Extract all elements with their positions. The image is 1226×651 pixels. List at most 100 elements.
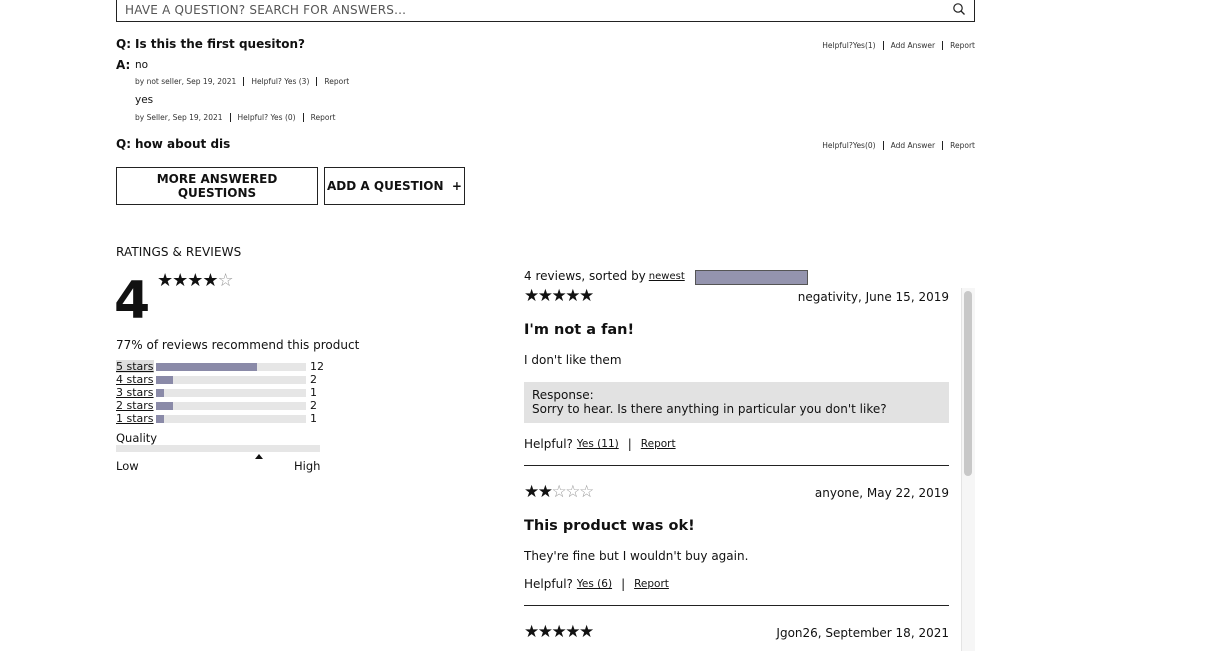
helpful-label: Helpful? xyxy=(524,577,573,591)
star-filter-link[interactable]: 3 stars xyxy=(116,386,154,399)
rating-breakdown-row[interactable]: 4 stars 2 xyxy=(116,373,356,386)
answer-author-date: by not seller, Sep 19, 2021 xyxy=(135,77,237,86)
helpful-yes-link[interactable]: Yes (6) xyxy=(577,578,612,590)
rating-bar xyxy=(156,389,306,397)
question-item: Q: how about dis Helpful?Yes(0) Add Answ… xyxy=(116,137,975,157)
divider xyxy=(316,77,318,86)
review-item: ★★☆☆☆ anyone, May 22, 2019 This product … xyxy=(524,484,949,609)
question-prefix: Q: xyxy=(116,37,131,51)
question-prefix: Q: xyxy=(116,137,131,151)
question-item: Q: Is this the first quesiton? Helpful?Y… xyxy=(116,37,975,57)
rating-bar xyxy=(156,376,306,384)
review-divider xyxy=(524,605,949,606)
helpful-yes-link[interactable]: Yes (11) xyxy=(577,438,619,450)
review-body: I don't like them xyxy=(524,353,622,367)
answer-meta: by not seller, Sep 19, 2021 Helpful? Yes… xyxy=(135,77,349,86)
divider xyxy=(243,77,245,86)
add-answer-link[interactable]: Add Answer xyxy=(891,141,936,150)
review-report-link[interactable]: Report xyxy=(641,438,676,450)
rating-breakdown-row[interactable]: 5 stars 12 xyxy=(116,360,356,373)
question-helpful-link[interactable]: Helpful?Yes(0) xyxy=(822,141,875,150)
rating-count: 2 xyxy=(310,399,317,412)
star-filter-link[interactable]: 2 stars xyxy=(116,399,154,412)
quality-low-label: Low xyxy=(116,459,139,473)
search-icon[interactable] xyxy=(952,2,966,16)
rating-breakdown-row[interactable]: 1 stars 1 xyxy=(116,412,356,425)
review-author-date: Jgon26, September 18, 2021 xyxy=(776,626,949,640)
rating-count: 12 xyxy=(310,360,324,373)
empty-star-icon: ☆ xyxy=(217,270,234,291)
question-report-link[interactable]: Report xyxy=(950,141,975,150)
star-filter-link[interactable]: 1 stars xyxy=(116,412,154,425)
review-body: They're fine but I wouldn't buy again. xyxy=(524,549,749,563)
answer-helpful-link[interactable]: Helpful? Yes (0) xyxy=(238,113,296,122)
review-author-date: negativity, June 15, 2019 xyxy=(797,290,949,304)
review-star-rating: ★★★★★ xyxy=(524,288,594,306)
recommend-percentage: 77% of reviews recommend this product xyxy=(116,338,360,352)
review-report-link[interactable]: Report xyxy=(634,578,669,590)
rating-bar xyxy=(156,363,306,371)
question-actions: Helpful?Yes(0) Add Answer Report xyxy=(822,141,975,150)
divider xyxy=(882,41,884,50)
rating-bar-fill xyxy=(156,363,257,371)
rating-breakdown: 5 stars 12 4 stars 2 3 stars 1 2 stars 2… xyxy=(116,360,356,425)
filled-stars-icon: ★★★★★ xyxy=(524,288,594,306)
answer-report-link[interactable]: Report xyxy=(324,77,349,86)
divider: | xyxy=(627,437,632,451)
quality-label: Quality xyxy=(116,431,158,445)
add-answer-link[interactable]: Add Answer xyxy=(891,41,936,50)
review-star-rating: ★★★★★ xyxy=(524,622,594,642)
filled-stars-icon: ★★★★★ xyxy=(524,622,594,642)
average-rating: 4 xyxy=(114,271,151,331)
review-divider xyxy=(524,465,949,466)
response-text: Sorry to hear. Is there anything in part… xyxy=(532,402,887,416)
add-question-button[interactable]: ADD A QUESTION + xyxy=(324,167,465,205)
review-helpful-row: Helpful? Yes (6) | Report xyxy=(524,577,669,591)
quality-high-label: High xyxy=(294,459,321,473)
review-author-date: anyone, May 22, 2019 xyxy=(814,486,949,500)
more-answered-questions-button[interactable]: MORE ANSWERED QUESTIONS xyxy=(116,167,318,205)
question-actions: Helpful?Yes(1) Add Answer Report xyxy=(822,41,975,50)
answer-body: no xyxy=(135,59,149,71)
quality-scale-bar xyxy=(116,445,320,452)
ratings-section-title: RATINGS & REVIEWS xyxy=(116,245,242,259)
review-title: I'm not a fan! xyxy=(524,322,635,338)
filled-stars-icon: ★★ xyxy=(524,482,553,502)
divider xyxy=(229,113,231,122)
response-label: Response: xyxy=(532,388,594,402)
rating-bar-fill xyxy=(156,389,164,397)
seller-response: Response: Sorry to hear. Is there anythi… xyxy=(524,382,949,423)
star-filter-link[interactable]: 5 stars xyxy=(116,360,154,373)
rating-bar-fill xyxy=(156,415,164,423)
answer-body: yes xyxy=(135,94,154,106)
reviews-count-label: 4 reviews, sorted by xyxy=(524,269,646,283)
review-item: ★★★★★ negativity, June 15, 2019 I'm not … xyxy=(524,288,949,468)
qa-search-input[interactable] xyxy=(117,0,974,21)
rating-count: 1 xyxy=(310,386,317,399)
question-text: Is this the first quesiton? xyxy=(135,37,305,51)
divider xyxy=(882,141,884,150)
review-search-input[interactable] xyxy=(695,270,808,285)
answer-meta: by Seller, Sep 19, 2021 Helpful? Yes (0)… xyxy=(135,113,335,122)
rating-breakdown-row[interactable]: 2 stars 2 xyxy=(116,399,356,412)
question-helpful-link[interactable]: Helpful?Yes(1) xyxy=(822,41,875,50)
quality-marker-icon xyxy=(254,454,263,459)
rating-breakdown-row[interactable]: 3 stars 1 xyxy=(116,386,356,399)
divider xyxy=(942,41,944,50)
rating-bar xyxy=(156,402,306,410)
answer-report-link[interactable]: Report xyxy=(311,113,336,122)
star-filter-link[interactable]: 4 stars xyxy=(116,373,154,386)
question-report-link[interactable]: Report xyxy=(950,41,975,50)
helpful-label: Helpful? xyxy=(524,437,573,451)
sort-selected-value: newest xyxy=(648,270,685,282)
answer-helpful-link[interactable]: Helpful? Yes (3) xyxy=(251,77,309,86)
review-item: ★★★★★ Jgon26, September 18, 2021 xyxy=(524,624,949,651)
answer-author-date: by Seller, Sep 19, 2021 xyxy=(135,113,223,122)
question-text: how about dis xyxy=(135,137,231,151)
review-list: ★★★★★ negativity, June 15, 2019 I'm not … xyxy=(524,288,975,651)
empty-stars-icon: ☆☆☆ xyxy=(551,482,594,502)
review-star-rating: ★★☆☆☆ xyxy=(524,482,594,502)
answer-list: A: no by not seller, Sep 19, 2021 Helpfu… xyxy=(116,58,975,128)
rating-count: 2 xyxy=(310,373,317,386)
divider xyxy=(942,141,944,150)
